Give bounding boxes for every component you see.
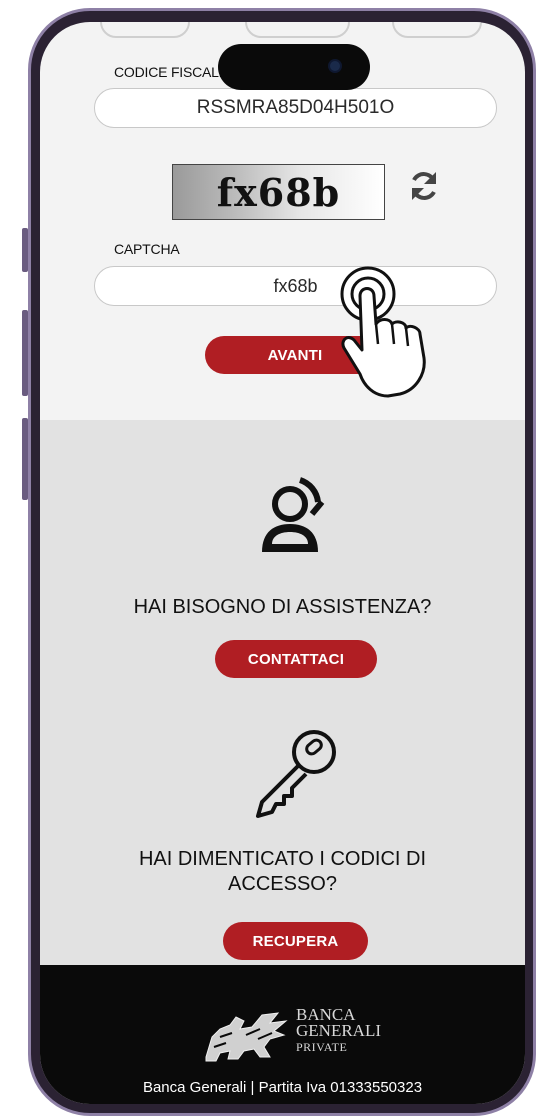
camera-icon	[330, 61, 340, 71]
partial-control-center[interactable]	[245, 22, 350, 38]
logo-line-generali: GENERALI	[296, 1021, 381, 1040]
key-icon	[256, 730, 336, 818]
codice-fiscale-label: CODICE FISCALE	[114, 64, 228, 80]
lion-logo-icon	[205, 1012, 288, 1062]
phone-screen: CODICE FISCALE RSSMRA85D04H501O fx68b CA…	[40, 22, 525, 1104]
captcha-label: CAPTCHA	[114, 241, 180, 257]
refresh-icon[interactable]	[406, 168, 442, 204]
recovery-heading-line1: HAI DIMENTICATO I CODICI DI	[138, 848, 427, 870]
logo-line-private: PRIVATE	[296, 1040, 348, 1054]
top-partial-controls	[40, 22, 525, 42]
captcha-image: fx68b	[172, 164, 385, 220]
assistance-heading: HAI BISOGNO DI ASSISTENZA?	[133, 596, 432, 618]
captcha-image-text: fx68b	[216, 169, 341, 215]
partial-control-right[interactable]	[392, 22, 482, 38]
banca-generali-logo: BANCA GENERALI PRIVATE	[200, 1006, 381, 1067]
dynamic-island	[218, 44, 370, 90]
footer-legal-text: Banca Generali | Partita Iva 01333550323	[142, 1079, 423, 1096]
codice-fiscale-input[interactable]: RSSMRA85D04H501O	[94, 88, 497, 128]
logo-wordmark: BANCA GENERALI PRIVATE	[296, 1006, 381, 1055]
recovery-heading-line2: ACCESSO?	[228, 873, 337, 895]
contattaci-button[interactable]: CONTATTACI	[215, 640, 377, 678]
tap-gesture-hand-icon	[340, 266, 426, 398]
footer: BANCA GENERALI PRIVATE Banca Generali | …	[40, 965, 525, 1104]
recupera-button[interactable]: RECUPERA	[223, 922, 368, 960]
help-section: HAI BISOGNO DI ASSISTENZA? CONTATTACI HA…	[40, 420, 525, 965]
partial-control-left[interactable]	[100, 22, 190, 38]
support-agent-icon	[262, 477, 325, 552]
